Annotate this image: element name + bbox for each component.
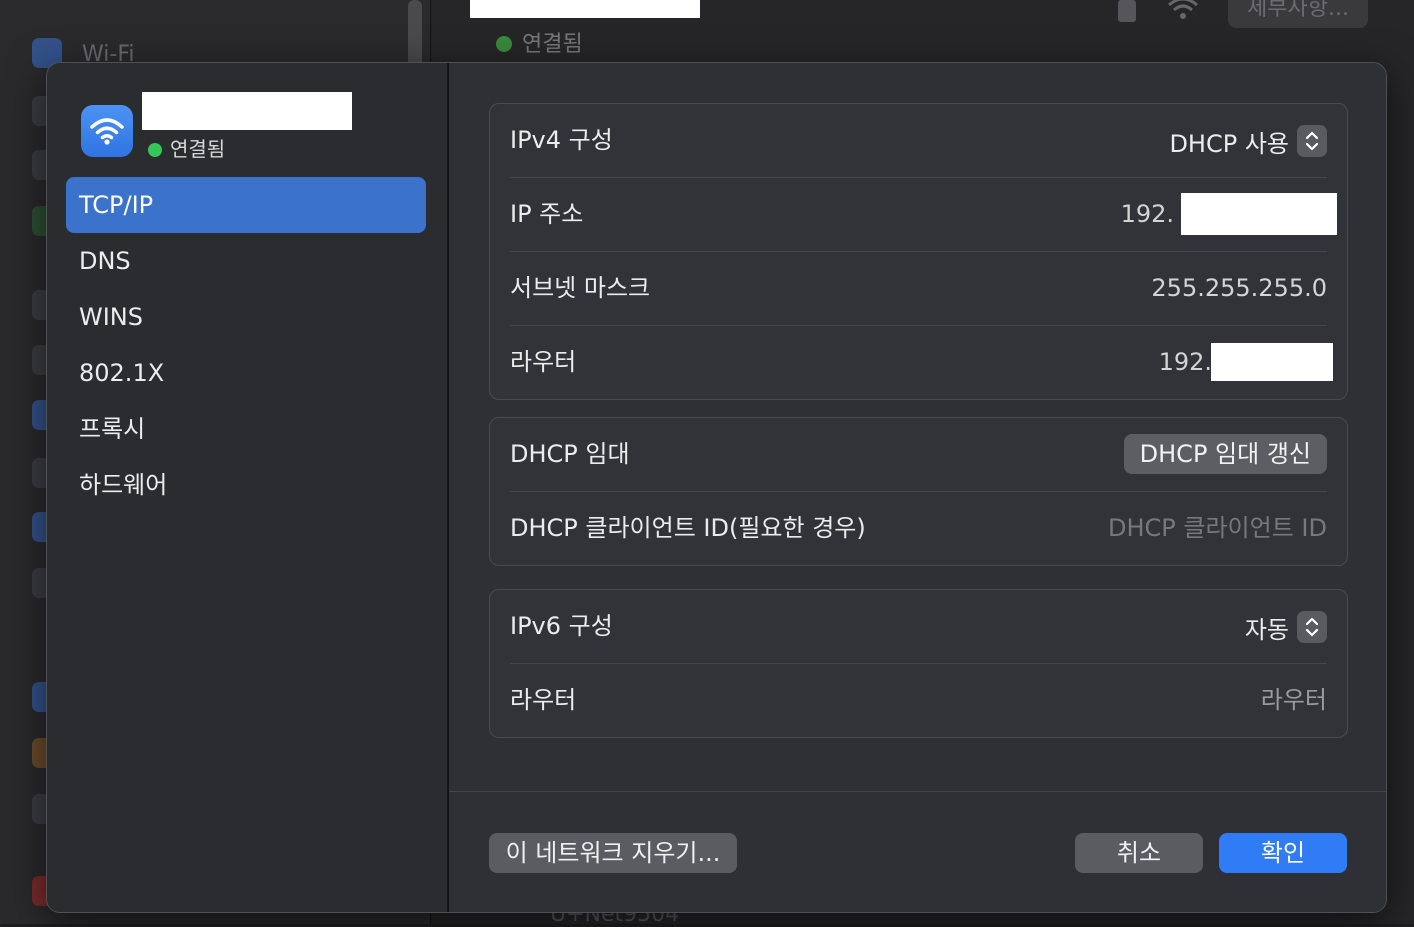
- background-scrollbar[interactable]: [408, 0, 422, 70]
- ip-address-value: 192.: [1120, 200, 1174, 228]
- forget-network-button[interactable]: 이 네트워크 지우기...: [489, 833, 737, 873]
- ipv6-config-row: IPv6 구성 자동: [510, 590, 1327, 664]
- router-value: 192.: [1158, 348, 1212, 376]
- network-settings-dialog: 연결됨 TCP/IP DNS WINS 802.1X 프록시 하드웨어 IPv4…: [46, 62, 1387, 913]
- dhcp-lease-label: DHCP 임대: [510, 440, 630, 468]
- ipv6-config-popup[interactable]: 자동: [1245, 610, 1327, 644]
- nav-item-wins[interactable]: WINS: [66, 289, 426, 345]
- connection-status-label: 연결됨: [170, 137, 226, 161]
- nav-item-proxy[interactable]: 프록시: [66, 401, 426, 457]
- router-row: 라우터 192.: [510, 326, 1333, 399]
- tcpip-panel: IPv4 구성 DHCP 사용 IP 주소 192. 서브넷 마스크 255.2…: [449, 63, 1386, 912]
- ipv4-config-row: IPv4 구성 DHCP 사용: [510, 104, 1327, 178]
- router-label: 라우터: [510, 348, 577, 376]
- background-status-label: 연결됨: [522, 32, 583, 57]
- status-dot-icon: [496, 36, 512, 52]
- redacted-ip: [1211, 343, 1333, 381]
- redacted-network-name: [142, 92, 352, 130]
- nav-item-8021x[interactable]: 802.1X: [66, 345, 426, 401]
- connection-status: 연결됨: [148, 133, 225, 162]
- nav-item-dns[interactable]: DNS: [66, 233, 426, 289]
- dialog-sidebar: 연결됨 TCP/IP DNS WINS 802.1X 프록시 하드웨어: [47, 63, 449, 912]
- chevron-up-down-icon: [1297, 611, 1327, 643]
- wifi-signal-icon: [1166, 0, 1200, 29]
- ipv6-router-label: 라우터: [510, 686, 577, 714]
- dhcp-client-id-field[interactable]: DHCP 클라이언트 ID: [1108, 492, 1327, 565]
- dhcp-client-id-row: DHCP 클라이언트 ID(필요한 경우) DHCP 클라이언트 ID: [510, 492, 1327, 565]
- ipv4-config-value: DHCP 사용: [1169, 129, 1289, 158]
- subnet-mask-value: 255.255.255.0: [1151, 274, 1327, 302]
- redacted-network-name: [470, 0, 700, 18]
- nav-item-hardware[interactable]: 하드웨어: [66, 457, 426, 513]
- chevron-up-down-icon: [1297, 125, 1327, 157]
- details-button[interactable]: 세부사항...: [1228, 0, 1368, 28]
- status-dot-icon: [148, 143, 162, 157]
- ipv6-router-field[interactable]: 라우터: [1261, 664, 1327, 737]
- ip-address-row: IP 주소 192.: [510, 178, 1337, 252]
- subnet-mask-label: 서브넷 마스크: [510, 274, 651, 302]
- ok-button[interactable]: 확인: [1219, 833, 1347, 873]
- ipv6-config-label: IPv6 구성: [510, 612, 613, 640]
- ipv4-config-popup[interactable]: DHCP 사용: [1169, 124, 1327, 158]
- ipv6-router-row: 라우터 라우터: [510, 664, 1327, 737]
- ipv4-config-label: IPv4 구성: [510, 126, 613, 154]
- dhcp-group: DHCP 임대 DHCP 임대 갱신 DHCP 클라이언트 ID(필요한 경우)…: [489, 417, 1348, 566]
- cancel-button[interactable]: 취소: [1075, 833, 1203, 873]
- ipv6-config-value: 자동: [1244, 615, 1289, 644]
- nav-item-tcpip[interactable]: TCP/IP: [66, 177, 426, 233]
- footer-divider: [449, 791, 1386, 792]
- dhcp-lease-row: DHCP 임대 DHCP 임대 갱신: [510, 418, 1327, 492]
- lock-icon: [1118, 0, 1136, 22]
- renew-dhcp-lease-button[interactable]: DHCP 임대 갱신: [1123, 434, 1327, 474]
- subnet-mask-row: 서브넷 마스크 255.255.255.0: [510, 252, 1327, 326]
- wifi-icon: [81, 105, 133, 157]
- redacted-ip: [1181, 193, 1337, 235]
- dhcp-client-id-label: DHCP 클라이언트 ID(필요한 경우): [510, 514, 866, 542]
- background-status: 연결됨: [496, 26, 583, 58]
- settings-nav: TCP/IP DNS WINS 802.1X 프록시 하드웨어: [66, 177, 426, 513]
- ip-address-label: IP 주소: [510, 200, 584, 228]
- ipv6-group: IPv6 구성 자동 라우터 라우터: [489, 589, 1348, 738]
- ipv4-group: IPv4 구성 DHCP 사용 IP 주소 192. 서브넷 마스크 255.2…: [489, 103, 1348, 400]
